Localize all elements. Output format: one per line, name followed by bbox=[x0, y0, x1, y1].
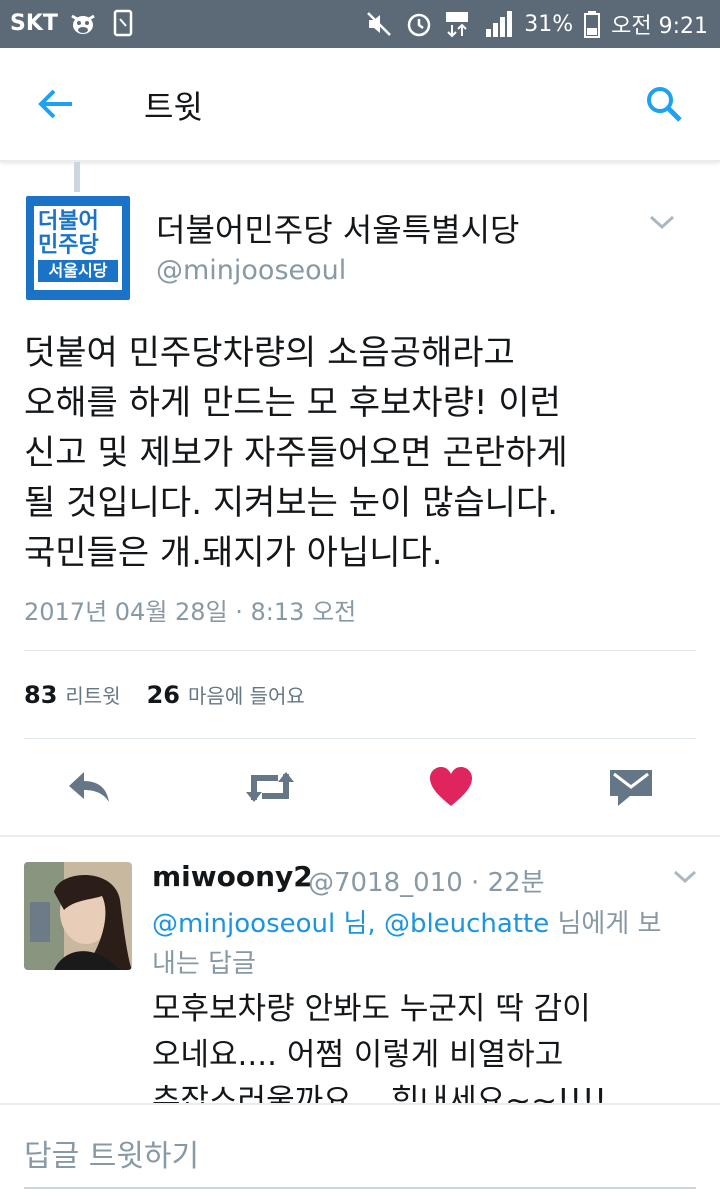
mention-link[interactable]: @minjooseoul bbox=[152, 909, 335, 939]
reply-icon[interactable] bbox=[66, 766, 112, 808]
replying-to: @minjooseoul 님, @bleuchatte 님에게 보내는 답글 bbox=[152, 904, 672, 984]
reply-avatar[interactable] bbox=[24, 862, 132, 970]
carrier-label: SKT bbox=[10, 10, 58, 36]
chevron-down-icon[interactable] bbox=[648, 212, 676, 232]
input-underline bbox=[24, 1187, 696, 1189]
lte-icon bbox=[444, 9, 474, 39]
mute-icon bbox=[364, 9, 394, 39]
battery-icon bbox=[583, 9, 601, 39]
avatar[interactable]: 더불어 민주당 서울시당 bbox=[26, 196, 130, 300]
mention-separator: 님, bbox=[335, 909, 384, 939]
page-title: 트윗 bbox=[144, 88, 203, 126]
mention-link[interactable]: @bleuchatte bbox=[384, 909, 549, 939]
clock: 오전 9:21 bbox=[611, 14, 708, 39]
cow-icon bbox=[68, 8, 98, 38]
battery-percent: 31% bbox=[524, 11, 574, 37]
retweet-label: 리트윗 bbox=[65, 684, 121, 708]
chevron-down-icon[interactable] bbox=[672, 868, 698, 886]
back-arrow-icon[interactable] bbox=[36, 84, 76, 124]
tweet-text: 덧붙여 민주당차량의 소음공해라고 오해를 하게 만드는 모 후보차량! 이런 … bbox=[24, 333, 568, 573]
tweet-actions bbox=[0, 740, 720, 836]
direct-message-icon[interactable] bbox=[608, 766, 654, 808]
tweet-stats: 83 리트윗 26 마음에 들어요 bbox=[24, 680, 323, 709]
alarm-icon bbox=[404, 9, 434, 39]
thread-connector bbox=[74, 162, 80, 192]
section-divider bbox=[0, 835, 720, 837]
app-header: 트윗 bbox=[0, 48, 720, 162]
retweet-count[interactable]: 83 bbox=[24, 681, 57, 709]
search-icon[interactable] bbox=[644, 84, 684, 124]
reply-author-meta: @7018_010 · 22분 bbox=[308, 868, 545, 898]
screenshot-icon bbox=[108, 8, 138, 38]
like-count[interactable]: 26 bbox=[147, 681, 180, 709]
signal-icon bbox=[484, 9, 514, 39]
reply-author-name[interactable]: miwoony2 bbox=[152, 860, 313, 893]
reply-input-placeholder[interactable]: 답글 트윗하기 bbox=[24, 1131, 199, 1175]
divider bbox=[24, 650, 696, 651]
like-label: 마음에 들어요 bbox=[188, 684, 305, 708]
avatar-logo-subtext: 서울시당 bbox=[38, 260, 118, 282]
author-handle[interactable]: @minjooseoul bbox=[156, 255, 346, 286]
divider bbox=[24, 738, 696, 739]
like-heart-icon[interactable] bbox=[428, 766, 474, 808]
retweet-icon[interactable] bbox=[244, 766, 296, 808]
tweet-timestamp: 2017년 04월 28일 · 8:13 오전 bbox=[24, 598, 357, 626]
author-name[interactable]: 더불어민주당 서울특별시당 bbox=[156, 205, 519, 251]
status-bar: SKT 31% 오전 9:21 bbox=[0, 0, 720, 48]
reply-composer[interactable]: 답글 트윗하기 bbox=[0, 1103, 720, 1198]
avatar-logo-text: 더불어 민주당 bbox=[38, 209, 99, 258]
